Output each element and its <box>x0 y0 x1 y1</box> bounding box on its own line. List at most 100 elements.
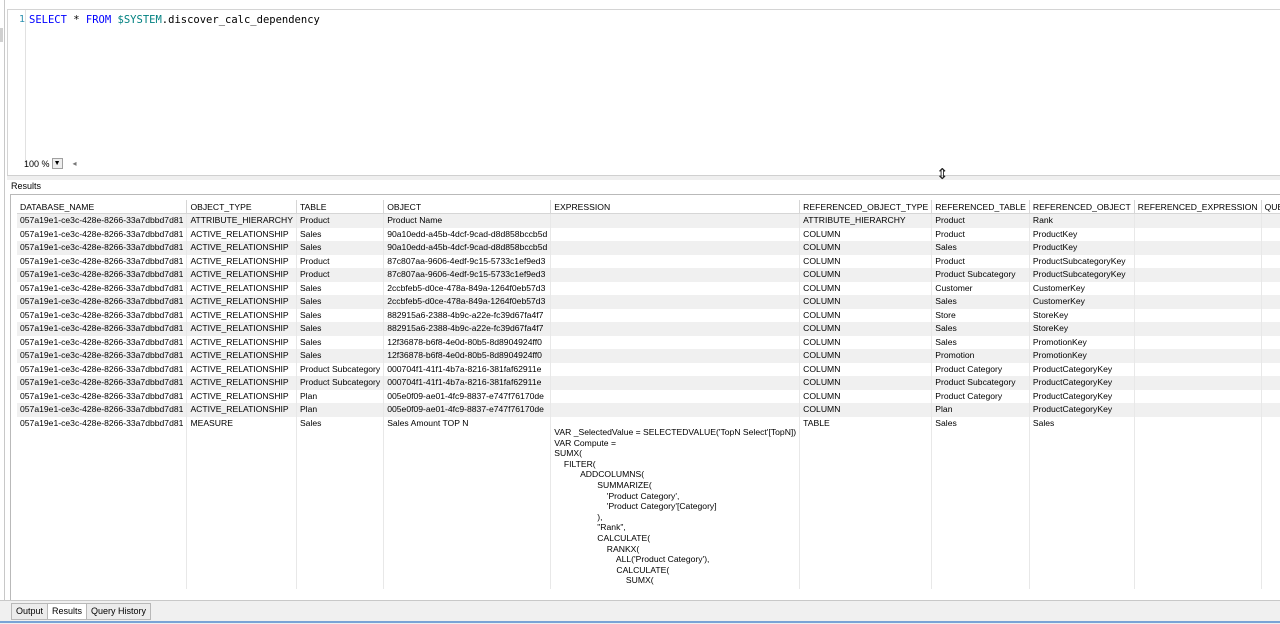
column-header-referenced-expression[interactable]: REFERENCED_EXPRESSION <box>1134 200 1262 214</box>
cell-referenced-object-type[interactable]: COLUMN <box>799 335 933 349</box>
cell-query[interactable] <box>1261 295 1280 309</box>
cell-referenced-object-type[interactable]: COLUMN <box>799 349 933 363</box>
cell-object[interactable]: 005e0f09-ae01-4fc9-8837-e747f76170de <box>383 389 552 403</box>
cell-object-type[interactable]: ACTIVE_RELATIONSHIP <box>186 349 297 363</box>
cell-object-type[interactable]: ACTIVE_RELATIONSHIP <box>186 389 297 403</box>
cell-referenced-table[interactable]: Product <box>931 254 1030 268</box>
cell-table[interactable]: Sales <box>296 281 385 295</box>
column-header-referenced-table[interactable]: REFERENCED_TABLE <box>931 200 1030 214</box>
cell-expression[interactable] <box>550 281 801 295</box>
cell-object[interactable]: 882915a6-2388-4b9c-a22e-fc39d67fa4f7 <box>383 308 552 322</box>
cell-referenced-expression[interactable] <box>1134 268 1262 282</box>
cell-database-name[interactable]: 057a19e1-ce3c-428e-8266-33a7dbbd7d81 <box>17 213 188 228</box>
cell-object-type[interactable]: ATTRIBUTE_HIERARCHY <box>186 213 297 228</box>
chevron-down-icon[interactable]: ▼ <box>51 158 63 169</box>
cell-referenced-object-type[interactable]: ATTRIBUTE_HIERARCHY <box>799 213 933 228</box>
cell-object-type[interactable]: ACTIVE_RELATIONSHIP <box>186 295 297 309</box>
cell-object[interactable]: 2ccbfeb5-d0ce-478a-849a-1264f0eb57d3 <box>383 281 552 295</box>
cell-referenced-object-type[interactable]: COLUMN <box>799 362 933 376</box>
cell-database-name[interactable]: 057a19e1-ce3c-428e-8266-33a7dbbd7d81 <box>17 362 188 376</box>
cell-database-name[interactable]: 057a19e1-ce3c-428e-8266-33a7dbbd7d81 <box>17 376 188 390</box>
cell-referenced-expression[interactable] <box>1134 349 1262 363</box>
cell-object-type[interactable]: ACTIVE_RELATIONSHIP <box>186 227 297 241</box>
cell-referenced-object-type[interactable]: COLUMN <box>799 281 933 295</box>
pane-splitter[interactable] <box>7 175 1280 180</box>
cell-referenced-table[interactable]: Product Category <box>931 362 1030 376</box>
cell-referenced-table[interactable]: Store <box>931 308 1030 322</box>
table-row[interactable]: 057a19e1-ce3c-428e-8266-33a7dbbd7d81 ACTI… <box>17 376 1280 390</box>
cell-query[interactable] <box>1261 227 1280 241</box>
cell-query[interactable] <box>1261 322 1280 336</box>
cell-referenced-object[interactable]: ProductSubcategoryKey <box>1029 268 1135 282</box>
table-row[interactable]: 057a19e1-ce3c-428e-8266-33a7dbbd7d81 ACTI… <box>17 254 1280 268</box>
cell-referenced-expression[interactable] <box>1134 281 1262 295</box>
cell-object[interactable]: 005e0f09-ae01-4fc9-8837-e747f76170de <box>383 403 552 417</box>
cell-referenced-table[interactable]: Product Subcategory <box>931 268 1030 282</box>
table-row[interactable]: 057a19e1-ce3c-428e-8266-33a7dbbd7d81 ACTI… <box>17 322 1280 336</box>
cell-expression[interactable] <box>550 241 801 255</box>
cell-object[interactable]: 2ccbfeb5-d0ce-478a-849a-1264f0eb57d3 <box>383 295 552 309</box>
cell-referenced-table[interactable]: Promotion <box>931 349 1030 363</box>
cell-referenced-object[interactable]: ProductCategoryKey <box>1029 376 1135 390</box>
cell-expression[interactable] <box>550 308 801 322</box>
cell-referenced-table[interactable]: Sales <box>931 322 1030 336</box>
column-header-expression[interactable]: EXPRESSION <box>550 200 801 214</box>
cell-referenced-table[interactable]: Product Category <box>931 389 1030 403</box>
cell-referenced-expression[interactable] <box>1134 254 1262 268</box>
cell-referenced-object-type[interactable]: COLUMN <box>799 254 933 268</box>
cell-query[interactable] <box>1261 362 1280 376</box>
cell-table[interactable]: Product Subcategory <box>296 362 385 376</box>
cell-database-name[interactable]: 057a19e1-ce3c-428e-8266-33a7dbbd7d81 <box>17 335 188 349</box>
column-header-database-name[interactable]: DATABASE_NAME <box>17 200 188 214</box>
zoom-control[interactable]: 100 % ▼ ◂ <box>24 158 77 169</box>
cell-object-type[interactable]: ACTIVE_RELATIONSHIP <box>186 335 297 349</box>
cell-database-name[interactable]: 057a19e1-ce3c-428e-8266-33a7dbbd7d81 <box>17 349 188 363</box>
cell-expression[interactable] <box>550 227 801 241</box>
cell-referenced-expression[interactable] <box>1134 403 1262 417</box>
cell-referenced-table[interactable]: Product Subcategory <box>931 376 1030 390</box>
cell-expression[interactable] <box>550 389 801 403</box>
cell-table[interactable]: Product <box>296 254 385 268</box>
cell-referenced-object-type[interactable]: COLUMN <box>799 389 933 403</box>
cell-query[interactable] <box>1261 213 1280 228</box>
cell-database-name[interactable]: 057a19e1-ce3c-428e-8266-33a7dbbd7d81 <box>17 281 188 295</box>
cell-table[interactable]: Sales <box>296 295 385 309</box>
cell-table[interactable]: Sales <box>296 349 385 363</box>
cell-query[interactable] <box>1261 241 1280 255</box>
cell-referenced-object-type[interactable]: COLUMN <box>799 322 933 336</box>
table-row[interactable]: 057a19e1-ce3c-428e-8266-33a7dbbd7d81 MEAS… <box>17 416 1280 589</box>
cell-object-type[interactable]: ACTIVE_RELATIONSHIP <box>186 254 297 268</box>
cell-database-name[interactable]: 057a19e1-ce3c-428e-8266-33a7dbbd7d81 <box>17 322 188 336</box>
table-row[interactable]: 057a19e1-ce3c-428e-8266-33a7dbbd7d81 ACTI… <box>17 349 1280 363</box>
cell-object[interactable]: 882915a6-2388-4b9c-a22e-fc39d67fa4f7 <box>383 322 552 336</box>
cell-referenced-expression[interactable] <box>1134 416 1262 589</box>
cell-referenced-object[interactable]: ProductKey <box>1029 227 1135 241</box>
cell-expression[interactable]: VAR _SelectedValue = SELECTEDVALUE('TopN… <box>550 416 801 589</box>
cell-referenced-expression[interactable] <box>1134 322 1262 336</box>
cell-referenced-expression[interactable] <box>1134 335 1262 349</box>
cell-object-type[interactable]: ACTIVE_RELATIONSHIP <box>186 362 297 376</box>
cell-object[interactable]: Product Name <box>383 213 552 228</box>
cell-object-type[interactable]: ACTIVE_RELATIONSHIP <box>186 281 297 295</box>
cell-expression[interactable] <box>550 335 801 349</box>
column-header-object-type[interactable]: OBJECT_TYPE <box>186 200 297 214</box>
cell-referenced-expression[interactable] <box>1134 227 1262 241</box>
table-row[interactable]: 057a19e1-ce3c-428e-8266-33a7dbbd7d81 ACTI… <box>17 227 1280 241</box>
cell-referenced-object[interactable]: PromotionKey <box>1029 349 1135 363</box>
cell-query[interactable] <box>1261 281 1280 295</box>
column-header-referenced-object[interactable]: REFERENCED_OBJECT <box>1029 200 1135 214</box>
cell-table[interactable]: Sales <box>296 416 385 589</box>
cell-referenced-object-type[interactable]: COLUMN <box>799 376 933 390</box>
cell-object[interactable]: 000704f1-41f1-4b7a-8216-381faf62911e <box>383 376 552 390</box>
cell-referenced-table[interactable]: Plan <box>931 403 1030 417</box>
cell-referenced-object[interactable]: CustomerKey <box>1029 281 1135 295</box>
cell-object[interactable]: 87c807aa-9606-4edf-9c15-5733c1ef9ed3 <box>383 254 552 268</box>
scroll-left-icon[interactable]: ◂ <box>73 159 77 168</box>
cell-query[interactable] <box>1261 349 1280 363</box>
cell-database-name[interactable]: 057a19e1-ce3c-428e-8266-33a7dbbd7d81 <box>17 241 188 255</box>
cell-referenced-table[interactable]: Product <box>931 227 1030 241</box>
cell-query[interactable] <box>1261 308 1280 322</box>
cell-referenced-object[interactable]: PromotionKey <box>1029 335 1135 349</box>
table-row[interactable]: 057a19e1-ce3c-428e-8266-33a7dbbd7d81 ACTI… <box>17 308 1280 322</box>
cell-database-name[interactable]: 057a19e1-ce3c-428e-8266-33a7dbbd7d81 <box>17 295 188 309</box>
